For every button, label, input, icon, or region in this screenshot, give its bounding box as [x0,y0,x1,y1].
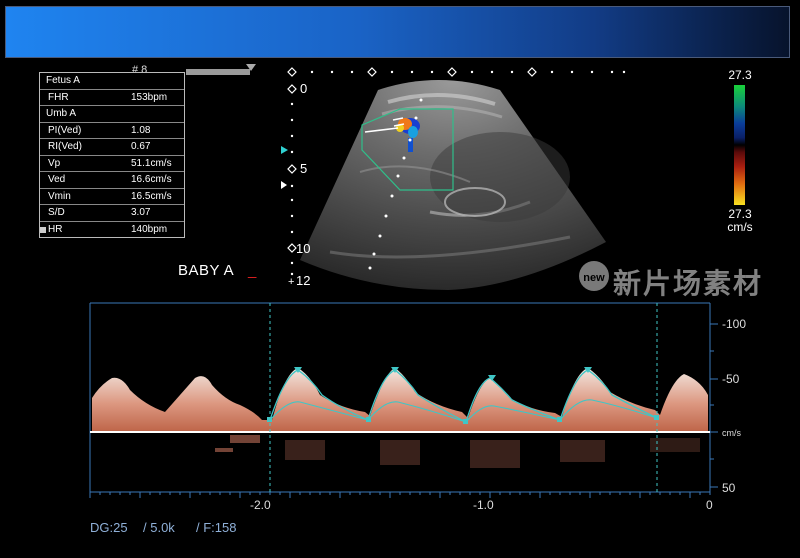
diastole-marker-icon [463,419,468,424]
time-ticks [89,492,711,498]
velocity-ticks [710,323,718,488]
velocity-label-neg100: -100 [722,317,747,331]
spectral-envelope-positive [92,368,708,432]
velocity-label-neg50: -50 [722,372,740,386]
doppler-gain: DG:25 [90,520,128,535]
doppler-filter: / F:158 [196,520,237,535]
velocity-unit: cm/s [722,428,741,438]
spectral-doppler-panel [89,302,718,498]
velocity-label-50: 50 [722,481,736,495]
time-label-neg1: -1.0 [473,498,494,512]
diastole-marker-icon [654,415,659,420]
diastole-marker-icon [557,417,562,422]
doppler-prf: / 5.0k [143,520,175,535]
peak-markers [294,367,592,381]
time-label-neg2: -2.0 [250,498,271,512]
spectral-aliasing-noise [215,435,700,468]
diastole-marker-icon [267,417,272,422]
diastole-marker-icon [366,417,371,422]
time-label-0: 0 [706,498,713,512]
